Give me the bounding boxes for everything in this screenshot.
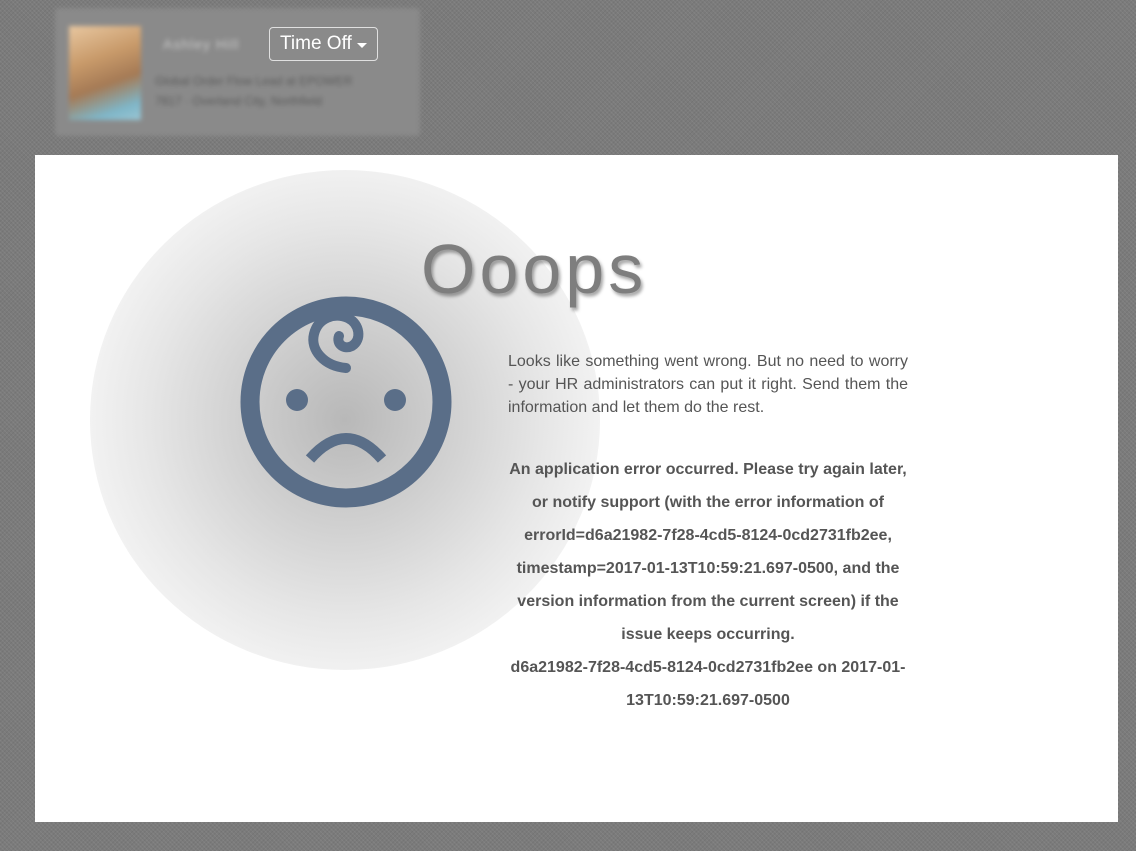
intro-message: Looks like something went wrong. But no … — [508, 353, 908, 416]
error-id-timestamp: d6a21982-7f28-4cd5-8124-0cd2731fb2ee on … — [510, 659, 906, 709]
sad-face-icon — [240, 296, 452, 508]
profile-location: 7817 · Overland City, Northfield — [155, 94, 323, 108]
error-message: An application error occurred. Please tr… — [509, 461, 907, 643]
page-title: Ooops — [421, 230, 648, 308]
error-details: An application error occurred. Please tr… — [508, 453, 908, 717]
profile-job-title: Global Order Flow Lead at EPOWER — [155, 74, 353, 88]
time-off-dropdown-button[interactable]: Time Off — [269, 27, 378, 61]
error-panel: Ooops Looks like something went wrong. B… — [35, 155, 1118, 822]
profile-name: Ashley Hill — [163, 36, 240, 52]
avatar — [69, 26, 141, 120]
chevron-down-icon — [356, 43, 367, 48]
time-off-label: Time Off — [280, 33, 352, 54]
